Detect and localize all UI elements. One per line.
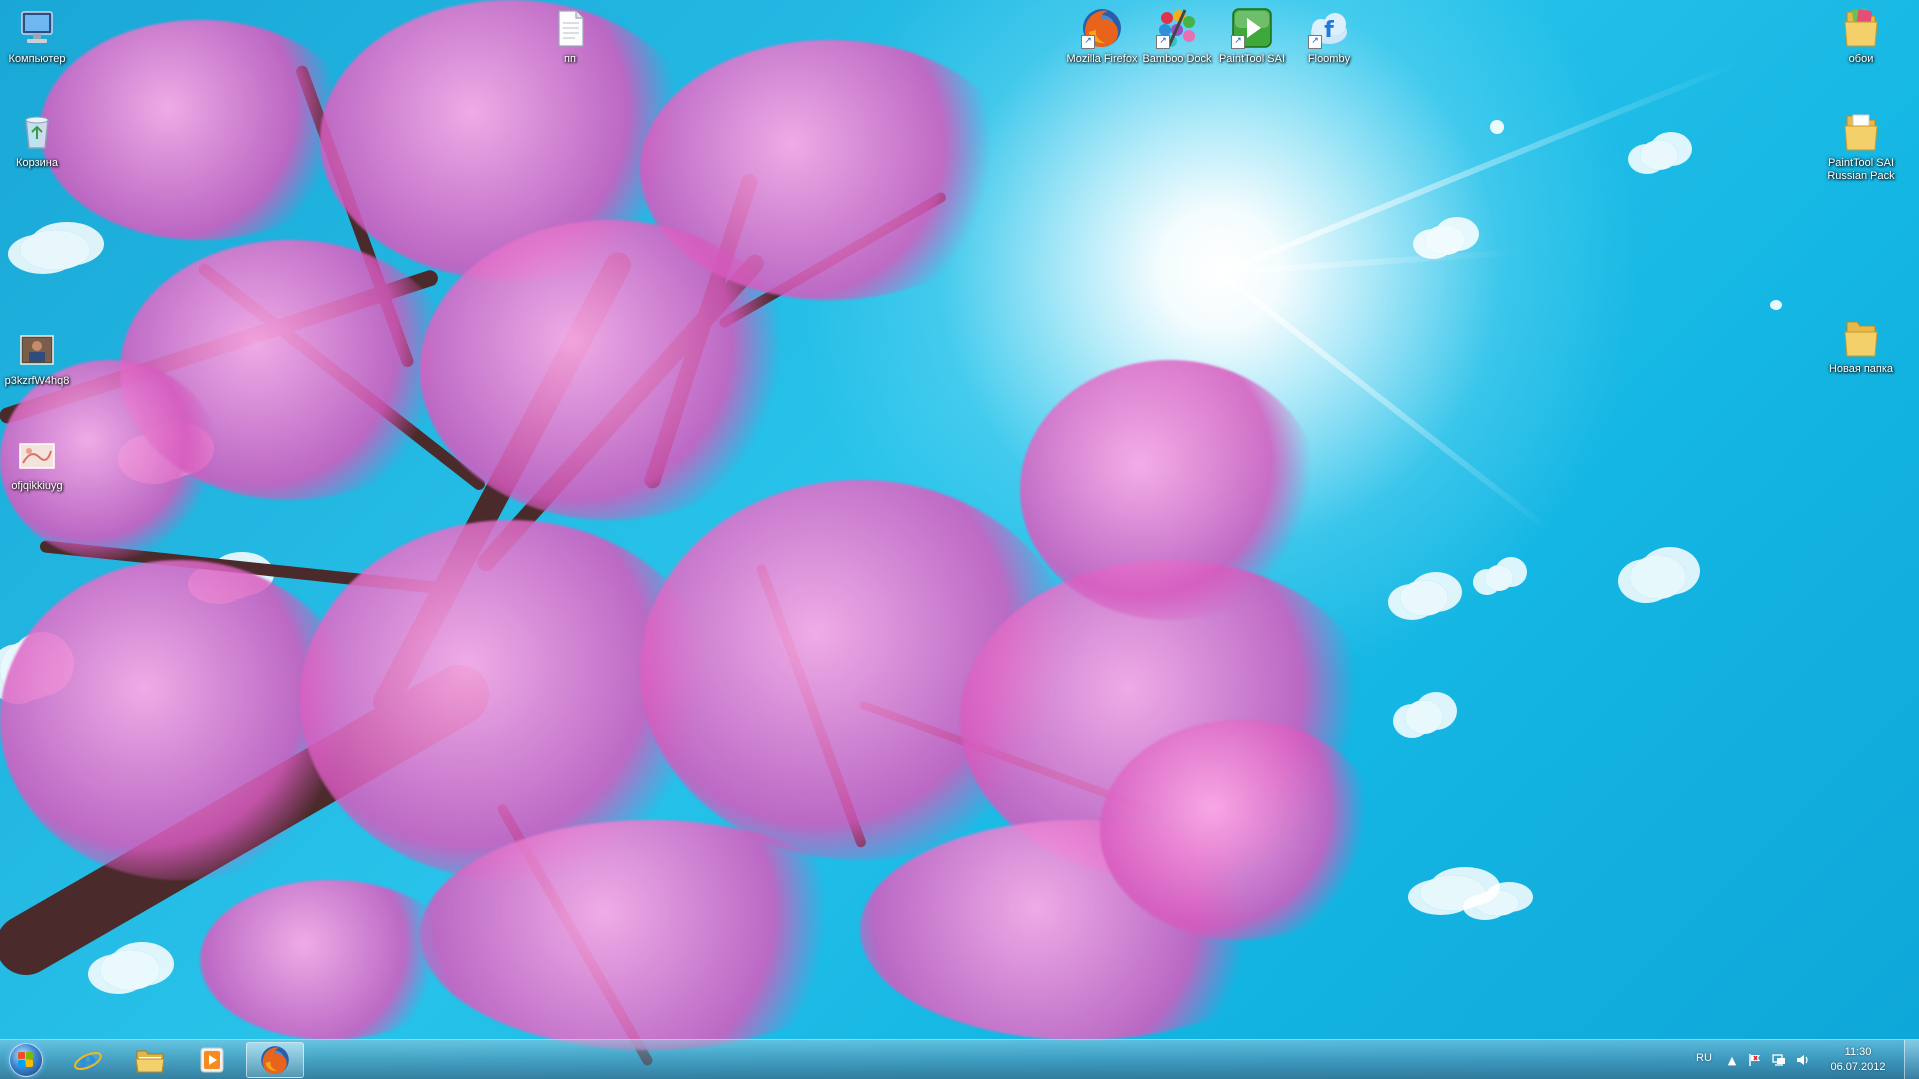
desktop-icon-bamboo-dock[interactable]: ↗ Bamboo Dock	[1136, 6, 1218, 66]
folder-icon	[1839, 316, 1883, 360]
desktop-icon-computer[interactable]: Компьютер	[0, 6, 78, 66]
desktop-icon-folder-painttool-sai-russian-pack[interactable]: PaintTool SAI Russian Pack	[1820, 110, 1902, 183]
taskbar: e RU ▲ 11:30 06.07.2012	[0, 1039, 1919, 1079]
shortcut-arrow-icon: ↗	[1081, 35, 1095, 49]
language-indicator[interactable]: RU	[1696, 1052, 1712, 1064]
icon-label: ofjqikkiuyg	[11, 480, 63, 492]
shortcut-arrow-icon: ↗	[1156, 35, 1170, 49]
svg-text:f: f	[1324, 18, 1334, 43]
taskbar-firefox[interactable]	[246, 1042, 304, 1078]
firefox-icon	[261, 1046, 289, 1074]
shortcut-arrow-icon: ↗	[1308, 35, 1322, 49]
taskbar-explorer[interactable]	[122, 1042, 178, 1078]
svg-text:e: e	[79, 1044, 97, 1076]
desktop-icon-image-p3kzrfw4hq8[interactable]: p3kzrfW4hq8	[0, 328, 78, 388]
icon-label: пп	[564, 53, 576, 65]
taskbar-internet-explorer[interactable]: e	[60, 1042, 116, 1078]
icon-label: p3kzrfW4hq8	[4, 375, 70, 387]
desktop-icon-image-ofjqikkiuyg[interactable]: ofjqikkiuyg	[0, 433, 78, 493]
icon-label: Новая папка	[1828, 363, 1894, 375]
show-desktop-button[interactable]	[1904, 1040, 1919, 1079]
computer-icon	[15, 6, 59, 50]
image-file-icon	[15, 328, 59, 372]
desktop-icon-new-folder[interactable]: Новая папка	[1820, 316, 1902, 376]
bamboo-dock-icon: ↗	[1155, 6, 1199, 50]
folder-icon	[1839, 6, 1883, 50]
media-player-icon	[200, 1047, 224, 1073]
start-button[interactable]	[4, 1041, 48, 1079]
taskbar-media-player[interactable]	[184, 1042, 240, 1078]
wallpaper	[0, 0, 1919, 1068]
action-center-flag-icon[interactable]	[1748, 1053, 1762, 1067]
firefox-icon: ↗	[1080, 6, 1124, 50]
desktop-icon-firefox[interactable]: ↗ Mozilla Firefox	[1061, 6, 1143, 66]
icon-label: PaintTool SAI Russian Pack	[1827, 157, 1895, 182]
recycle-bin-icon	[15, 110, 59, 154]
desktop-icon-painttool-sai[interactable]: ↗ PaintTool SAI	[1211, 6, 1293, 66]
desktop: Компьютер Корзина p3kzrfW4hq8 ofjqikkiuy…	[0, 0, 1919, 1079]
icon-label: Компьютер	[8, 53, 66, 65]
text-file-icon	[548, 6, 592, 50]
show-hidden-icons-icon[interactable]: ▲	[1725, 1053, 1739, 1067]
internet-explorer-icon: e	[74, 1044, 102, 1076]
icon-label: PaintTool SAI	[1218, 53, 1286, 65]
desktop-icon-text-file[interactable]: пп	[529, 6, 611, 66]
icon-label: Bamboo Dock	[1142, 53, 1212, 65]
windows-logo-icon	[9, 1043, 43, 1077]
painttool-sai-icon: ↗	[1230, 6, 1274, 50]
desktop-icon-floomby[interactable]: f ↗ Floomby	[1288, 6, 1370, 66]
icon-label: Floomby	[1307, 53, 1351, 65]
icon-label: Корзина	[16, 157, 58, 169]
folder-icon	[1839, 110, 1883, 154]
clock-date: 06.07.2012	[1830, 1061, 1886, 1073]
clock-time: 11:30	[1844, 1046, 1872, 1058]
icon-label: обои	[1848, 53, 1874, 65]
floomby-icon: f ↗	[1307, 6, 1351, 50]
taskbar-clock[interactable]: 11:30 06.07.2012	[1800, 1045, 1916, 1075]
folder-icon	[135, 1050, 165, 1073]
desktop-icon-folder-oboi[interactable]: обои	[1820, 6, 1902, 66]
desktop-icon-recycle-bin[interactable]: Корзина	[0, 110, 78, 170]
icon-label: Mozilla Firefox	[1066, 53, 1138, 65]
network-icon[interactable]	[1772, 1053, 1786, 1067]
shortcut-arrow-icon: ↗	[1231, 35, 1245, 49]
image-file-icon	[15, 433, 59, 477]
